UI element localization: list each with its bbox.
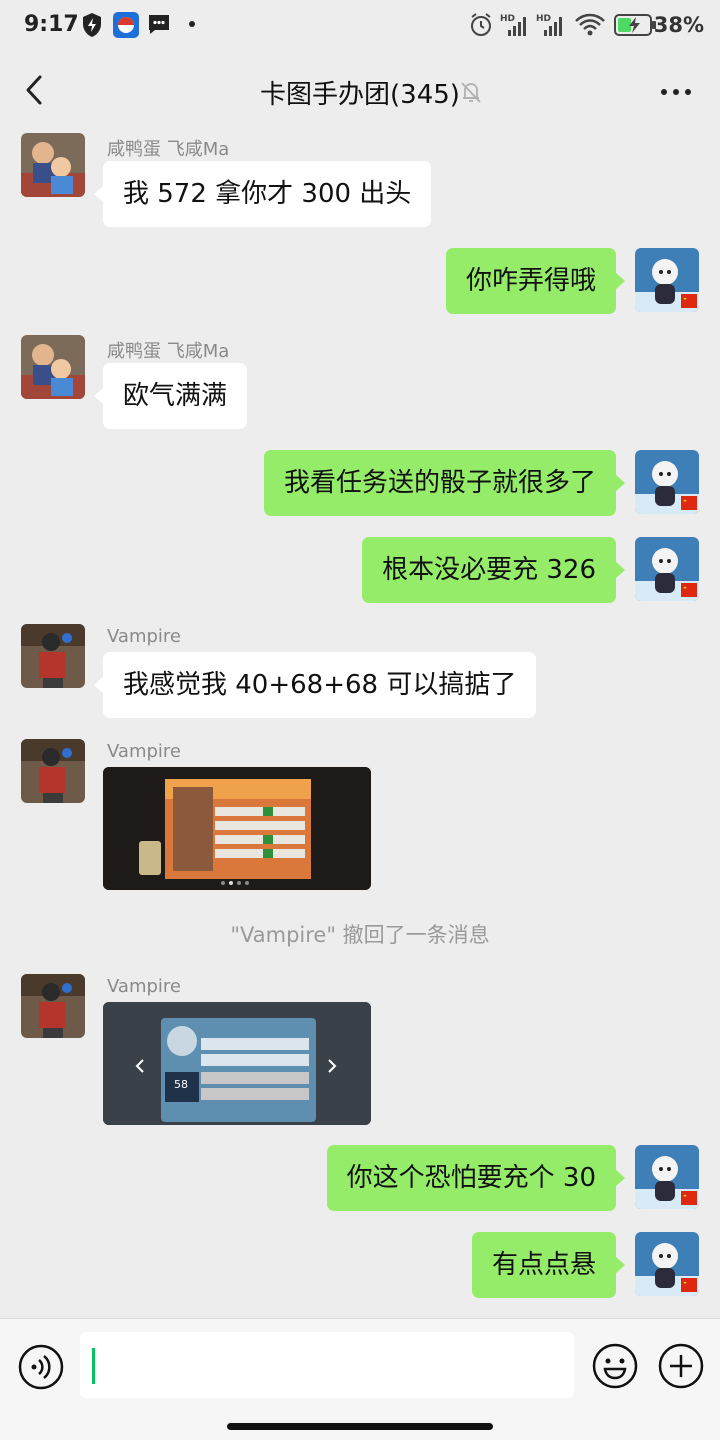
battery-charging-icon (614, 14, 656, 36)
browser-app-icon (113, 12, 139, 38)
chat-title: 卡图手办团(345) (260, 80, 460, 110)
game-screenshot-image (103, 1002, 371, 1125)
avatar[interactable] (21, 133, 85, 197)
sender-name: Vampire (107, 626, 181, 647)
message-bubble[interactable]: 你这个恐怕要充个 30 (326, 1145, 626, 1211)
battery-percent: 38% (653, 13, 704, 37)
wifi-icon (575, 13, 605, 36)
svg-text:HD: HD (536, 14, 551, 24)
message-bubble[interactable]: 我看任务送的骰子就很多了 (263, 450, 626, 516)
game-screenshot-image (103, 767, 371, 890)
emoji-icon (592, 1343, 638, 1389)
hd-signal-icon: HD (536, 14, 562, 36)
avatar[interactable] (635, 450, 699, 514)
voice-icon (18, 1344, 64, 1390)
status-bar: 9:17 HD HD 38% (0, 0, 720, 52)
more-button[interactable] (656, 74, 696, 110)
notification-dot-icon (189, 21, 195, 27)
avatar[interactable] (635, 1145, 699, 1209)
avatar[interactable] (21, 974, 85, 1038)
message-bubble[interactable]: 根本没必要充 326 (362, 537, 625, 603)
avatar[interactable] (21, 335, 85, 399)
shield-bolt-icon (83, 13, 101, 37)
message-bubble[interactable]: 你咋弄得哦 (445, 248, 626, 314)
svg-text:HD: HD (500, 14, 515, 24)
chat-header: 卡图手办团(345) (0, 52, 720, 130)
sender-name: Vampire (107, 741, 181, 762)
message-bubble[interactable]: 我 572 拿你才 300 出头 (93, 161, 432, 227)
sender-name: 咸鸭蛋 飞咸Ma (107, 139, 230, 160)
image-overlay-number: 58 (174, 1078, 188, 1091)
hd-signal-icon: HD (500, 14, 526, 36)
plus-circle-icon (658, 1343, 704, 1389)
image-message[interactable] (103, 767, 371, 890)
avatar[interactable] (21, 624, 85, 688)
voice-button[interactable] (18, 1344, 64, 1390)
message-app-icon (149, 15, 169, 34)
home-indicator[interactable] (227, 1423, 493, 1430)
sender-name: 咸鸭蛋 飞咸Ma (107, 341, 230, 362)
message-bubble[interactable]: 欧气满满 (93, 363, 248, 429)
message-bubble[interactable]: 有点点悬 (471, 1232, 626, 1298)
recall-notice: "Vampire" 撤回了一条消息 (230, 923, 490, 947)
avatar[interactable] (635, 537, 699, 601)
plus-button[interactable] (657, 1342, 705, 1390)
input-bar (0, 1318, 720, 1440)
bell-off-icon (461, 82, 481, 103)
text-caret (92, 1348, 95, 1384)
alarm-icon (471, 13, 491, 36)
status-time: 9:17 (24, 12, 79, 37)
more-dots-icon (661, 89, 691, 95)
message-bubble[interactable]: 我感觉我 40+68+68 可以搞掂了 (93, 652, 537, 718)
sender-name: Vampire (107, 976, 181, 997)
avatar[interactable] (21, 739, 85, 803)
avatar[interactable] (635, 1232, 699, 1296)
message-input[interactable] (80, 1332, 574, 1398)
avatar[interactable] (635, 248, 699, 312)
image-message[interactable]: 58 (103, 1002, 371, 1125)
emoji-button[interactable] (591, 1342, 639, 1390)
